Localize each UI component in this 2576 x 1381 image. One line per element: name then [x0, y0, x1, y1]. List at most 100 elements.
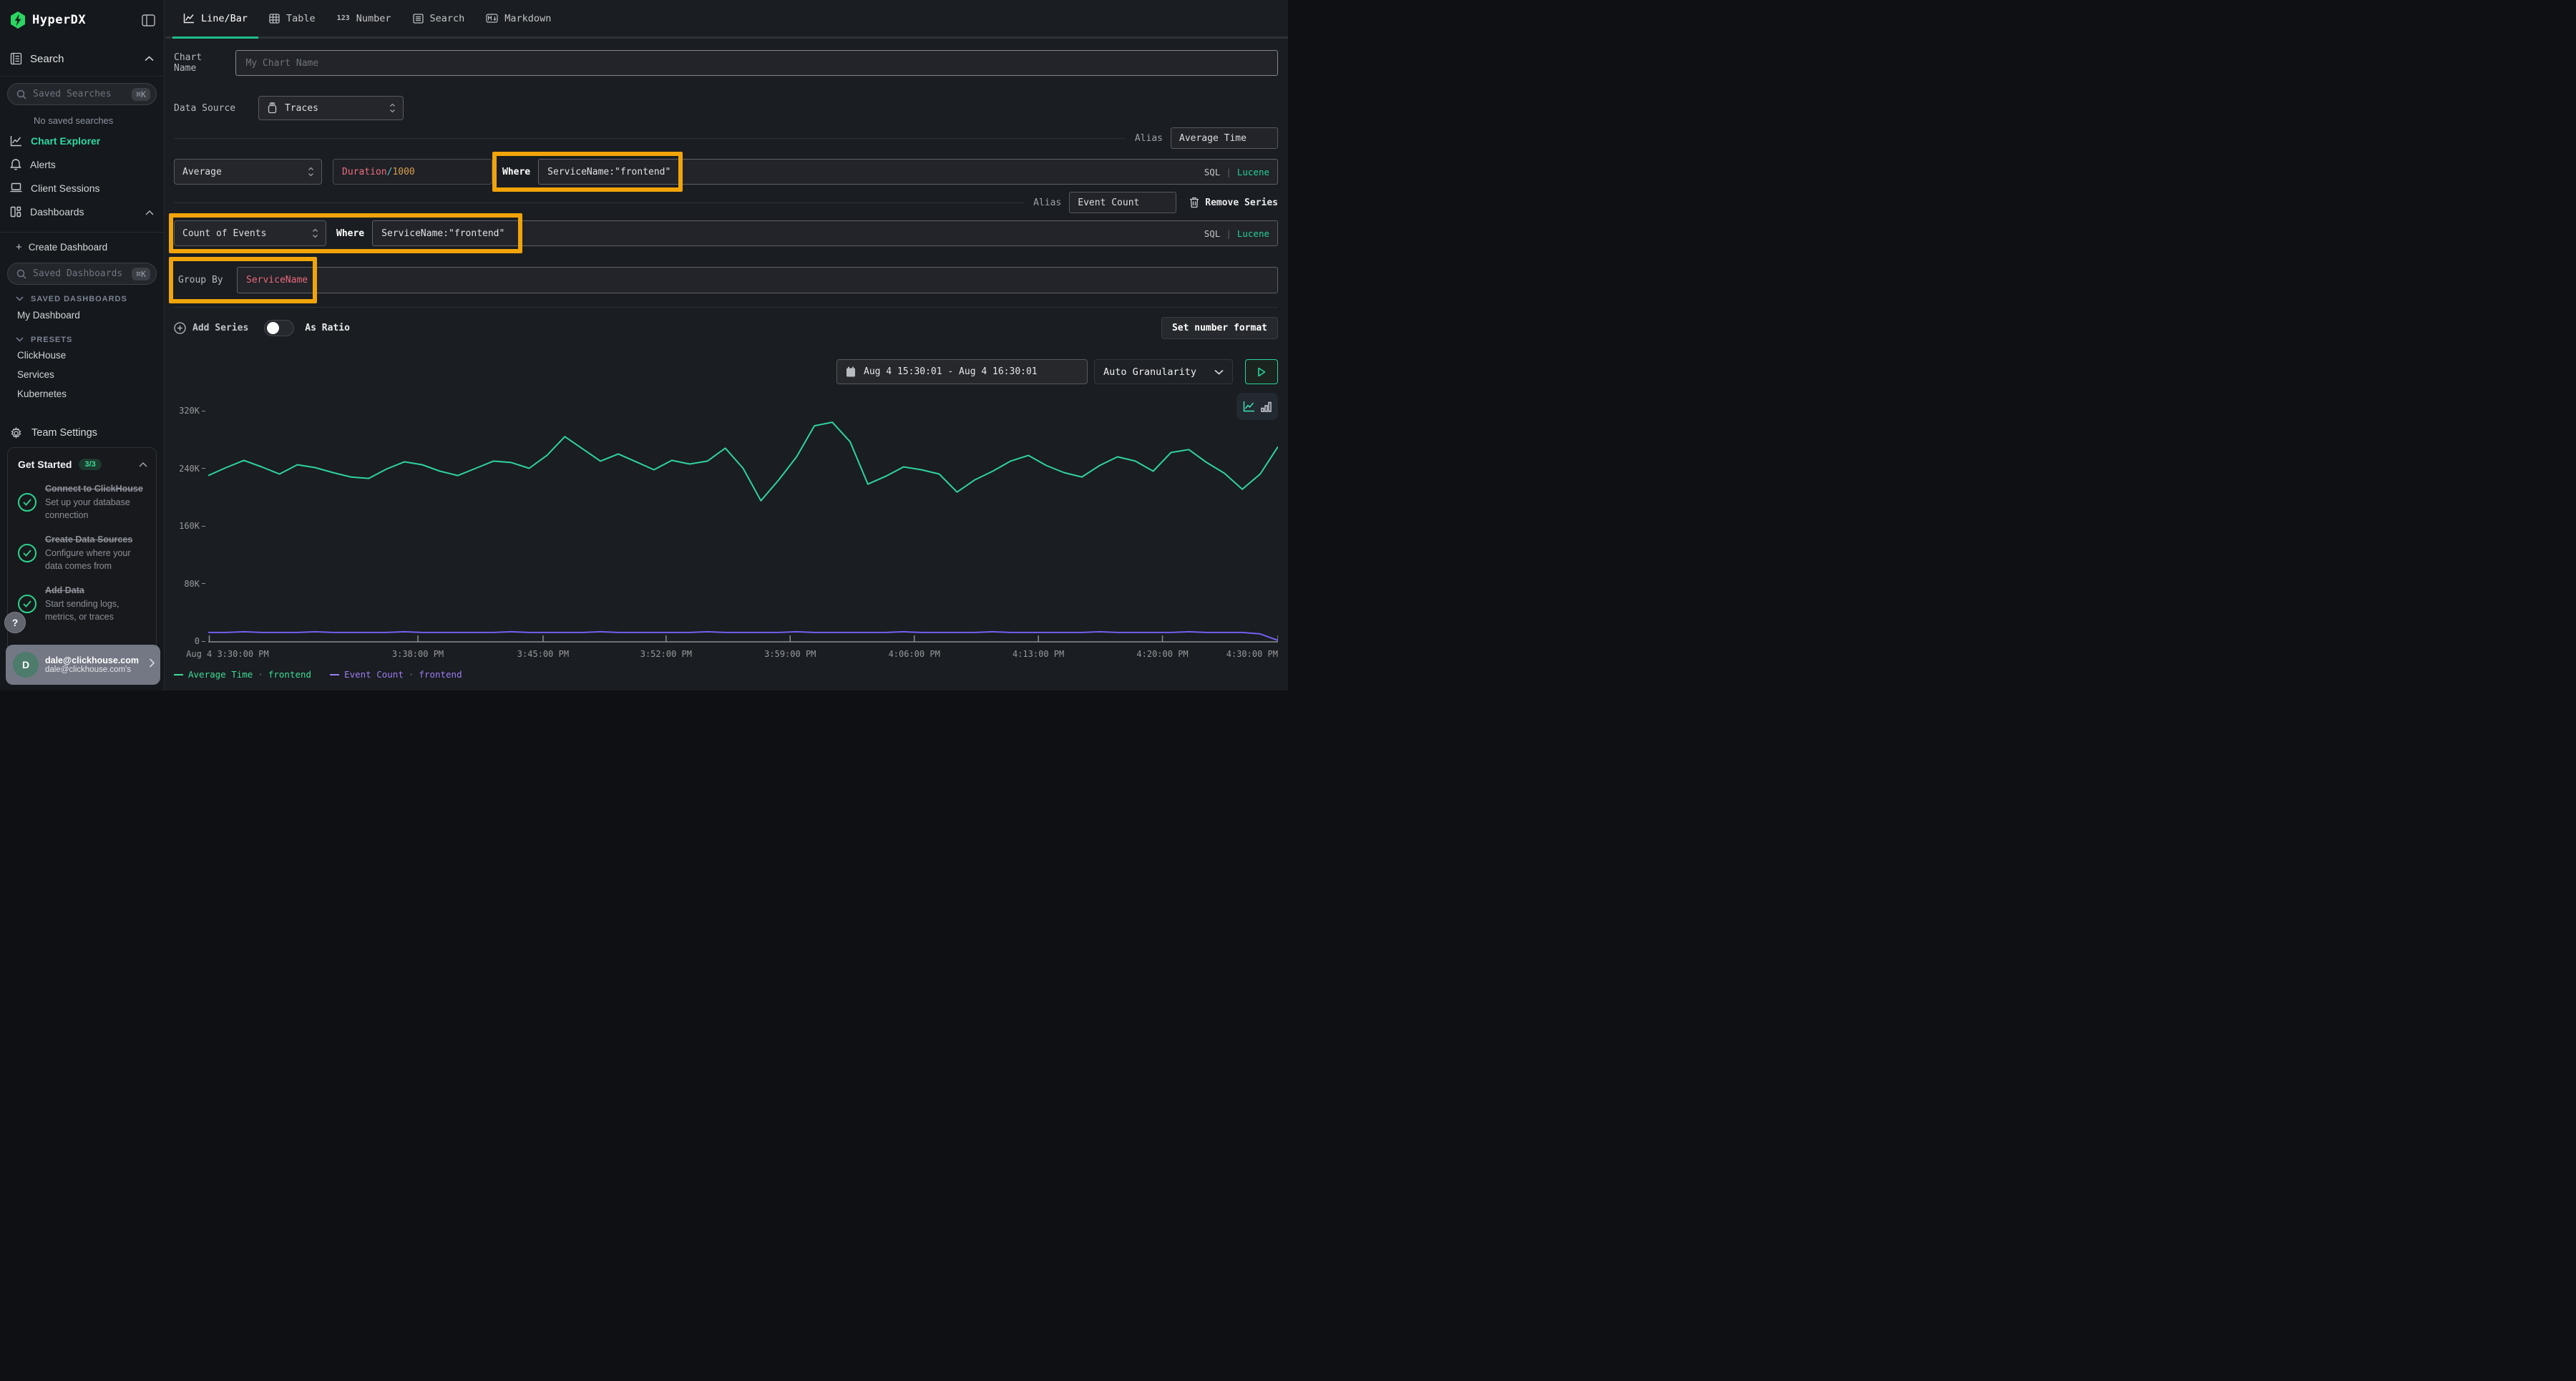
- lucene-mode-link[interactable]: Lucene: [1237, 228, 1269, 239]
- sql-mode-link[interactable]: SQL: [1204, 167, 1221, 177]
- as-ratio-toggle[interactable]: [264, 320, 294, 336]
- chart-panel: 320K240K160K80K0 Aug 4 3:30:00 PM3:38:00…: [174, 393, 1278, 679]
- tab-label: Number: [356, 13, 391, 24]
- search-section-label: Search: [30, 53, 64, 65]
- table-icon: [269, 14, 280, 24]
- line-chart-icon[interactable]: [1243, 401, 1255, 412]
- tab-line-bar[interactable]: Line/Bar: [172, 0, 258, 39]
- data-source-select[interactable]: Traces: [258, 96, 404, 120]
- sql-mode-link[interactable]: SQL: [1204, 228, 1221, 239]
- series-actions-row: Add Series As Ratio Set number format: [174, 318, 1278, 338]
- chevron-right-icon: [149, 658, 155, 671]
- saved-searches-input[interactable]: Saved Searches ⌘K: [7, 83, 157, 105]
- chart-name-row: Chart Name: [174, 50, 1278, 76]
- chevron-up-icon[interactable]: [139, 458, 147, 471]
- sidebar-item-team-settings[interactable]: Team Settings: [0, 422, 164, 444]
- series1-alias-input[interactable]: [1171, 127, 1278, 149]
- y-axis-tick-label: 320K: [179, 406, 205, 416]
- user-account-button[interactable]: D dale@clickhouse.com dale@clickhouse.co…: [6, 645, 160, 685]
- series1-aggregation-select[interactable]: Average: [174, 159, 322, 185]
- remove-series-button[interactable]: Remove Series: [1189, 197, 1278, 208]
- tab-markdown[interactable]: Markdown: [475, 0, 562, 39]
- sidebar-section-search[interactable]: Search: [0, 50, 164, 67]
- add-series-button[interactable]: Add Series: [174, 322, 248, 334]
- tab-search[interactable]: Search: [402, 0, 476, 39]
- query-language-switch: SQL | Lucene: [1204, 159, 1269, 185]
- series1-where-input[interactable]: [538, 159, 1278, 185]
- tab-table[interactable]: Table: [258, 0, 326, 39]
- sidebar-item-label: Chart Explorer: [31, 135, 100, 147]
- x-axis-tick-label: 3:45:00 PM: [517, 649, 569, 659]
- calendar-icon: [846, 366, 856, 377]
- group-by-input[interactable]: [237, 267, 1278, 293]
- help-button[interactable]: ?: [4, 612, 26, 633]
- sidebar-item-label: Dashboards: [30, 206, 84, 218]
- sidebar-item-alerts[interactable]: Alerts: [0, 152, 164, 176]
- run-query-button[interactable]: [1245, 359, 1278, 384]
- check-circle-icon: [18, 595, 36, 613]
- sidebar-item-clickhouse[interactable]: ClickHouse: [0, 346, 164, 365]
- operator-token: /: [387, 167, 393, 177]
- chevron-up-icon[interactable]: [145, 206, 154, 218]
- section-presets[interactable]: PRESETS: [0, 326, 164, 346]
- user-texts: dale@clickhouse.com dale@clickhouse.com'…: [45, 655, 139, 674]
- tab-label: Table: [286, 13, 316, 24]
- chevron-up-icon[interactable]: [145, 52, 154, 65]
- sidebar-item-dashboards[interactable]: Dashboards: [0, 200, 164, 223]
- get-started-header[interactable]: Get Started 3/3: [18, 458, 147, 471]
- series2-where-input[interactable]: [372, 220, 1278, 246]
- separator: |: [1226, 167, 1231, 177]
- y-axis-tick-label: 240K: [179, 464, 205, 474]
- data-source-row: Data Source Traces: [174, 96, 1278, 120]
- legend-item[interactable]: Average Time·frontend: [174, 669, 311, 680]
- legend-item[interactable]: Event Count·frontend: [330, 669, 462, 680]
- bar-chart-icon[interactable]: [1261, 401, 1272, 412]
- sidebar-item-services[interactable]: Services: [0, 365, 164, 384]
- data-source-value: Traces: [285, 103, 318, 114]
- chart-name-input[interactable]: [235, 50, 1278, 76]
- saved-dashboards-placeholder: Saved Dashboards: [33, 268, 122, 279]
- series1-field-input[interactable]: Duration/1000: [333, 159, 492, 185]
- x-axis-tick-label: 3:38:00 PM: [392, 649, 444, 659]
- get-started-step-connect[interactable]: Connect to ClickHouse Set up your databa…: [18, 482, 147, 522]
- user-email: dale@clickhouse.com: [45, 655, 139, 665]
- step-title: Add Data: [45, 584, 147, 597]
- series2-alias-input[interactable]: [1069, 192, 1176, 213]
- series2-where-wrap: SQL | Lucene: [372, 220, 1278, 246]
- kbd-shortcut-badge: ⌘K: [132, 268, 150, 280]
- series1-where-label: Where: [502, 167, 530, 177]
- chart-display-toggle[interactable]: [1236, 393, 1278, 420]
- get-started-step-datasources[interactable]: Create Data Sources Configure where your…: [18, 533, 147, 572]
- granularity-value: Auto Granularity: [1103, 366, 1196, 378]
- lucene-mode-link[interactable]: Lucene: [1237, 167, 1269, 177]
- collapse-sidebar-icon[interactable]: [142, 14, 155, 26]
- sidebar-item-client-sessions[interactable]: Client Sessions: [0, 176, 164, 200]
- sidebar-item-my-dashboard[interactable]: My Dashboard: [0, 305, 164, 326]
- legend-separator: ·: [409, 669, 414, 680]
- date-range-input[interactable]: Aug 4 15:30:01 - Aug 4 16:30:01: [836, 359, 1088, 384]
- plot-area[interactable]: [208, 399, 1278, 645]
- step-title: Connect to ClickHouse: [45, 482, 147, 495]
- series2-row: Count of Events Where SQL | Lucene: [174, 220, 1278, 246]
- saved-dashboards-input[interactable]: Saved Dashboards ⌘K: [7, 263, 157, 285]
- trash-icon: [1189, 197, 1199, 208]
- get-started-step-adddata[interactable]: Add Data Start sending logs, metrics, or…: [18, 584, 147, 623]
- alias-label: Alias: [1135, 133, 1163, 144]
- no-saved-searches-text: No saved searches: [0, 105, 164, 129]
- step-texts: Connect to ClickHouse Set up your databa…: [45, 482, 147, 522]
- sidebar-item-chart-explorer[interactable]: Chart Explorer: [0, 129, 164, 152]
- x-axis-labels: Aug 4 3:30:00 PM3:38:00 PM3:45:00 PM3:52…: [208, 649, 1278, 662]
- series-line: [208, 422, 1278, 501]
- saved-searches-placeholder: Saved Searches: [33, 89, 112, 99]
- set-number-format-button[interactable]: Set number format: [1161, 317, 1278, 339]
- create-dashboard-button[interactable]: + Create Dashboard: [0, 233, 164, 256]
- group-by-label: Group By: [178, 275, 228, 286]
- sidebar-item-kubernetes[interactable]: Kubernetes: [0, 384, 164, 404]
- user-subtext: dale@clickhouse.com's: [45, 665, 139, 674]
- tab-number[interactable]: 123 Number: [326, 0, 402, 39]
- granularity-select[interactable]: Auto Granularity: [1094, 359, 1233, 384]
- section-saved-dashboards[interactable]: SAVED DASHBOARDS: [0, 285, 164, 305]
- section-divider: [174, 307, 1278, 308]
- series2-aggregation-select[interactable]: Count of Events: [174, 220, 326, 246]
- time-controls-row: Aug 4 15:30:01 - Aug 4 16:30:01 Auto Gra…: [174, 359, 1278, 384]
